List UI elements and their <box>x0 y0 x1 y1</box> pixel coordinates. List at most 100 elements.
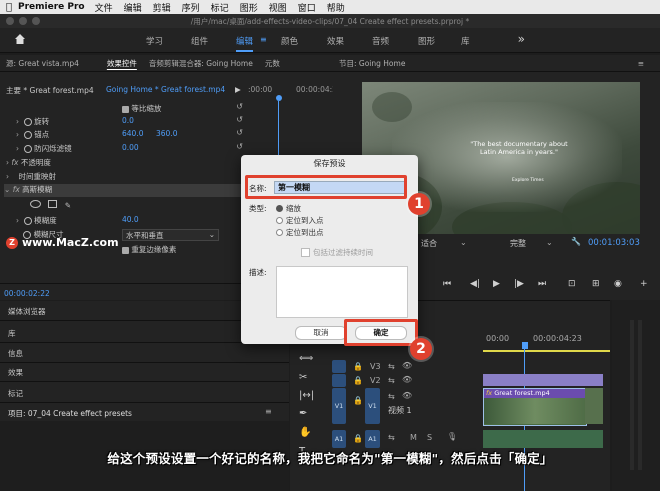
anchor-out-radio[interactable]: 定位到出点 <box>276 227 324 238</box>
solo-button[interactable]: S <box>427 433 432 442</box>
panel-effects[interactable]: 效果 <box>8 367 23 379</box>
track-v1-source[interactable]: V1 <box>332 388 346 424</box>
gaussian-blur-row[interactable]: ⌄ fx 高斯模糊 <box>4 184 244 197</box>
pen-tool-icon[interactable]: ✒ <box>299 408 307 419</box>
anchor-x-value[interactable]: 640.0 <box>122 129 143 138</box>
add-button-icon[interactable]: + <box>640 279 648 289</box>
project-panel-label[interactable]: 项目: 07_04 Create effect presets <box>8 408 132 420</box>
stopwatch-icon[interactable] <box>23 145 32 153</box>
play-icon[interactable]: ▶ <box>493 279 500 289</box>
ellipse-mask-icon[interactable] <box>30 200 41 208</box>
tab-effect-controls[interactable]: 效果控件 <box>107 58 137 69</box>
panel-info[interactable]: 信息 <box>8 348 23 360</box>
menu-view[interactable]: 视图 <box>269 1 287 14</box>
eye-icon[interactable]: 👁 <box>402 375 412 384</box>
track-v1-target[interactable]: V1 <box>365 388 380 424</box>
reset-icon[interactable]: ↺ <box>236 102 243 111</box>
track-v3-target[interactable] <box>332 360 346 373</box>
menu-help[interactable]: 帮助 <box>327 1 345 14</box>
ripple-tool-icon[interactable]: ⟺ <box>299 353 313 364</box>
anchor-y-value[interactable]: 360.0 <box>156 129 177 138</box>
tab-audio-mixer[interactable]: 音频剪辑混合器: Going Home <box>149 58 253 69</box>
playhead-icon[interactable] <box>276 95 282 101</box>
opacity-row[interactable]: › fx 不透明度 <box>6 157 51 169</box>
more-workspaces-icon[interactable]: » <box>518 32 525 46</box>
app-menu[interactable]: Premiere Pro <box>18 2 85 12</box>
tab-effects[interactable]: 效果 <box>327 35 344 47</box>
camera-icon[interactable]: ◉ <box>614 279 622 289</box>
tab-assembly[interactable]: 组件 <box>191 35 208 47</box>
tab-editing[interactable]: 编辑 <box>236 35 254 52</box>
tab-libraries[interactable]: 库 <box>461 35 470 47</box>
time-remap-row[interactable]: › 时间重映射 <box>6 171 56 183</box>
tab-metadata[interactable]: 元数 <box>265 58 280 69</box>
tab-graphics[interactable]: 图形 <box>418 35 435 47</box>
menu-window[interactable]: 窗口 <box>298 1 316 14</box>
menu-clip[interactable]: 剪辑 <box>153 1 171 14</box>
home-icon[interactable] <box>14 33 26 45</box>
panel-menu-icon[interactable]: ≡ <box>638 59 644 68</box>
step-back-icon[interactable]: ⏮ <box>443 279 451 289</box>
quality-select[interactable]: 完整 <box>510 238 526 249</box>
frame-back-icon[interactable]: ◀| <box>470 279 480 289</box>
eye-icon[interactable]: 👁 <box>402 361 412 370</box>
tab-color[interactable]: 颜色 <box>281 35 298 47</box>
mute-button[interactable]: M <box>410 433 417 442</box>
panel-menu-icon[interactable]: ≡ <box>265 407 272 416</box>
blur-amount-value[interactable]: 40.0 <box>122 215 139 224</box>
sequence-clip-label[interactable]: Going Home * Great forest.mp4 <box>106 85 225 97</box>
insert-icon[interactable]: ⊡ <box>568 279 576 289</box>
eye-icon[interactable]: 👁 <box>402 391 412 400</box>
uniform-scale-checkbox[interactable] <box>122 105 129 113</box>
track-v2-target[interactable] <box>332 374 346 387</box>
sync-icon[interactable]: ⇆ <box>388 362 395 371</box>
panel-media-browser[interactable]: 媒体浏览器 <box>8 306 46 318</box>
reset-icon[interactable]: ↺ <box>236 128 243 137</box>
reset-icon[interactable]: ↺ <box>236 115 243 124</box>
program-timecode[interactable]: 00:01:03:03 <box>588 238 640 248</box>
scale-radio[interactable]: 缩放 <box>276 203 301 214</box>
include-checkbox[interactable] <box>301 248 310 257</box>
fit-select[interactable]: 适合 <box>421 238 437 249</box>
menu-file[interactable]: 文件 <box>95 1 113 14</box>
sync-icon[interactable]: ⇆ <box>388 376 395 385</box>
antiflicker-value[interactable]: 0.00 <box>122 143 139 152</box>
razor-tool-icon[interactable]: ✂ <box>299 372 307 383</box>
sync-icon[interactable]: ⇆ <box>388 433 395 442</box>
lock-icon[interactable]: 🔒 <box>353 362 363 371</box>
video-clip[interactable]: fx Great forest.mp4 <box>483 388 587 426</box>
slip-tool-icon[interactable]: |↔| <box>299 390 314 401</box>
tab-audio[interactable]: 音频 <box>372 35 389 47</box>
master-clip-label[interactable]: 主要 * Great forest.mp4 <box>6 85 94 97</box>
program-monitor-title[interactable]: 节目: Going Home <box>339 58 405 69</box>
lock-icon[interactable]: 🔒 <box>353 376 363 385</box>
anchor-in-radio[interactable]: 定位到入点 <box>276 215 324 226</box>
lock-icon[interactable]: 🔒 <box>353 396 363 405</box>
microphone-icon[interactable]: 🎙 <box>447 432 457 441</box>
menu-lines-icon[interactable]: ≡ <box>260 35 267 44</box>
wrench-icon[interactable]: 🔧 <box>571 237 581 246</box>
playhead-icon[interactable] <box>522 342 528 349</box>
hand-tool-icon[interactable]: ✋ <box>299 427 311 438</box>
repeat-edge-checkbox[interactable] <box>122 246 129 254</box>
rotation-value[interactable]: 0.0 <box>122 116 134 125</box>
work-area-bar[interactable] <box>483 350 610 352</box>
menu-sequence[interactable]: 序列 <box>182 1 200 14</box>
stopwatch-icon[interactable] <box>23 217 32 225</box>
step-forward-icon[interactable]: ⏭ <box>538 279 546 289</box>
menu-edit[interactable]: 编辑 <box>124 1 142 14</box>
stopwatch-icon[interactable] <box>23 118 32 126</box>
tab-source[interactable]: 源: Great vista.mp4 <box>6 58 79 69</box>
panel-libraries[interactable]: 库 <box>8 328 16 340</box>
effect-controls-timecode[interactable]: 00:00:02:22 <box>4 289 50 301</box>
rectangle-mask-icon[interactable] <box>48 200 58 208</box>
export-frame-icon[interactable]: ⊞ <box>592 279 600 289</box>
reset-icon[interactable]: ↺ <box>236 142 243 151</box>
stopwatch-icon[interactable] <box>23 131 32 139</box>
include-filter-duration[interactable]: 包括过滤持续时间 <box>301 247 373 258</box>
panel-markers[interactable]: 标记 <box>8 388 23 400</box>
next-clip[interactable] <box>585 388 603 424</box>
cancel-button[interactable]: 取消 <box>295 326 347 340</box>
v2-clip[interactable] <box>483 374 603 386</box>
blur-dimension-select[interactable]: 水平和垂直 ⌄ <box>122 229 219 241</box>
